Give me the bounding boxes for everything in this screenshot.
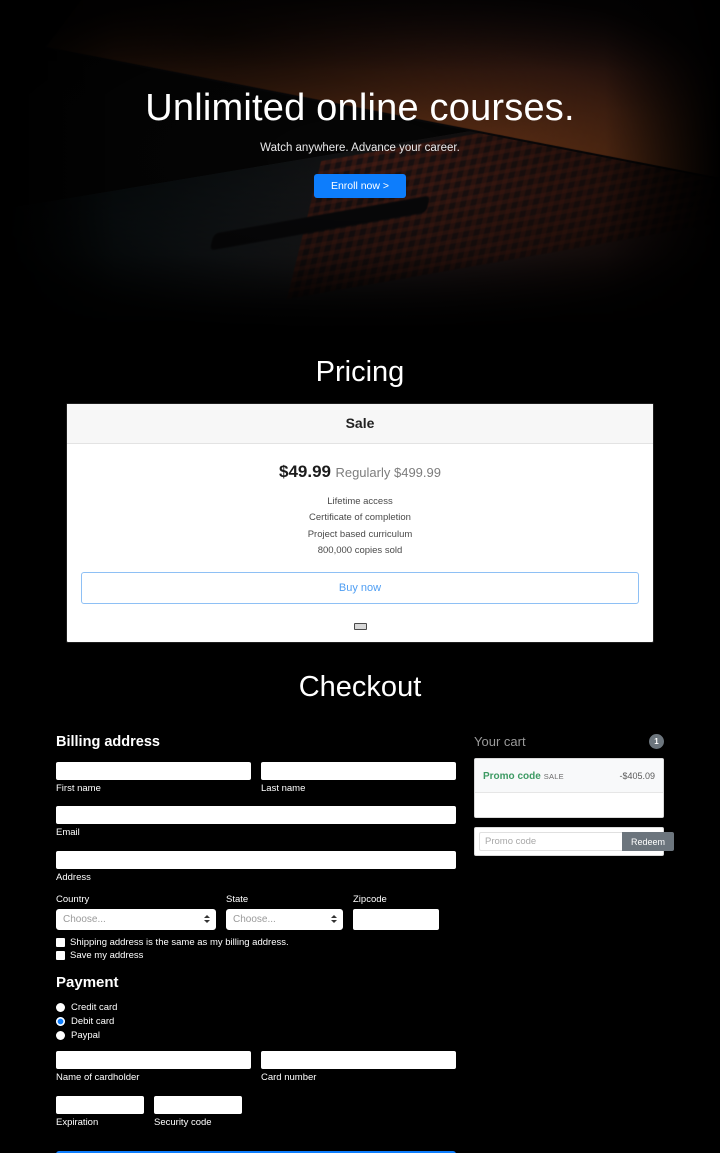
payment-fields: Name of cardholder Card number Expiratio…	[56, 1050, 456, 1153]
save-address-label: Save my address	[70, 949, 144, 961]
zipcode-input[interactable]	[353, 908, 439, 930]
first-name-label: First name	[56, 782, 101, 794]
address-label: Address	[56, 871, 91, 883]
checkout-form-column: Billing address First name Last name Ema…	[56, 734, 456, 1153]
feature-item: Project based curriculum	[307, 528, 413, 540]
country-select[interactable]: Choose...	[56, 908, 216, 930]
save-address-checkbox-row[interactable]: Save my address	[56, 950, 456, 961]
email-field-group: Email	[56, 805, 456, 839]
hero-title: Unlimited online courses.	[145, 87, 575, 129]
payment-title: Payment	[56, 973, 119, 991]
zipcode-field-group: Zipcode	[353, 894, 439, 930]
feature-item: 800,000 copies sold	[317, 544, 403, 556]
cart-header: Your cart 1	[474, 734, 664, 750]
country-field-group: Country Choose...	[56, 894, 216, 930]
cart-count-badge: 1	[649, 734, 664, 750]
pricing-heading: Pricing	[315, 356, 405, 388]
redeem-button[interactable]: Redeem	[622, 832, 675, 852]
shipping-same-label: Shipping address is the same as my billi…	[70, 936, 289, 948]
expiration-label: Expiration	[56, 1116, 99, 1128]
payment-method-debit-card[interactable]: Debit card	[56, 1016, 456, 1027]
security-code-field-group: Security code	[154, 1094, 242, 1128]
pricing-card-body: $49.99 Regularly $499.99 Lifetime access…	[67, 444, 653, 612]
zipcode-label: Zipcode	[353, 893, 387, 905]
enroll-now-button[interactable]: Enroll now >	[313, 173, 407, 198]
page-root: Unlimited online courses. Watch anywhere…	[0, 0, 720, 1153]
hero-section: Unlimited online courses. Watch anywhere…	[0, 0, 720, 326]
cart-title: Your cart	[474, 734, 526, 750]
cardholder-name-input[interactable]	[56, 1051, 251, 1070]
checkout-grid: Billing address First name Last name Ema…	[0, 710, 720, 1153]
save-address-checkbox[interactable]	[56, 950, 65, 960]
feature-item: Certificate of completion	[309, 512, 411, 524]
cart-items-list: Promo code SALE -$405.09	[474, 758, 664, 819]
payment-method-paypal[interactable]: Paypal	[56, 1030, 456, 1041]
card-number-field-group: Card number	[261, 1050, 456, 1084]
hero-content: Unlimited online courses. Watch anywhere…	[0, 87, 720, 198]
paypal-radio[interactable]	[56, 1030, 65, 1040]
email-input[interactable]	[56, 806, 456, 825]
card-number-label: Card number	[261, 1072, 317, 1084]
cart-column: Your cart 1 Promo codeSALE -$405.09 Rede…	[474, 734, 675, 1153]
paypal-label: Paypal	[71, 1029, 101, 1041]
promo-code-input[interactable]	[479, 832, 622, 852]
cart-item-row: Promo code SALE -$405.09	[475, 759, 663, 794]
cart-item-name: Promo code	[483, 771, 541, 783]
feature-item: Lifetime access	[327, 496, 393, 507]
pricing-section: Pricing Sale $49.99 Regularly $499.99 Li…	[0, 326, 720, 644]
payment-method-credit-card[interactable]: Credit card	[56, 1002, 456, 1013]
expiry-row: Expiration Security code	[56, 1094, 456, 1139]
last-name-label: Last name	[261, 782, 306, 794]
cardholder-field-group: Name of cardholder	[56, 1050, 251, 1084]
checkout-heading: Checkout	[298, 671, 422, 704]
country-label: Country	[56, 893, 90, 905]
first-name-input[interactable]	[56, 761, 251, 780]
price-line: $49.99 Regularly $499.99	[81, 462, 639, 482]
shipping-same-checkbox-row[interactable]: Shipping address is the same as my billi…	[56, 937, 456, 948]
last-name-input[interactable]	[261, 761, 456, 780]
hero-subtitle: Watch anywhere. Advance your career.	[260, 141, 460, 154]
first-name-field-group: First name	[56, 760, 251, 794]
card-row: Name of cardholder Card number	[56, 1050, 456, 1095]
security-code-input[interactable]	[154, 1095, 242, 1114]
security-code-label: Security code	[154, 1116, 212, 1128]
cart-item-amount: -$405.09	[619, 771, 655, 782]
location-row: Country Choose... State Choose... Zipcod…	[56, 894, 456, 930]
state-field-group: State Choose...	[226, 894, 343, 930]
debit-card-radio[interactable]	[56, 1016, 65, 1026]
sale-price: $49.99	[279, 462, 331, 481]
resize-handle-icon[interactable]	[353, 623, 367, 631]
cart-item-tag: SALE	[543, 772, 564, 782]
billing-address-title: Billing address	[56, 734, 160, 751]
pricing-card: Sale $49.99 Regularly $499.99 Lifetime a…	[66, 403, 654, 644]
cardholder-name-label: Name of cardholder	[56, 1072, 140, 1084]
buy-now-button[interactable]: Buy now	[81, 572, 639, 605]
pricing-card-header: Sale	[67, 404, 653, 444]
email-label: Email	[56, 827, 80, 839]
state-label: State	[226, 893, 249, 905]
promo-code-box: Redeem	[474, 827, 675, 857]
card-handle-row	[67, 612, 653, 642]
regular-price: Regularly $499.99	[335, 465, 441, 480]
cart-empty-row	[475, 793, 663, 818]
expiration-field-group: Expiration	[56, 1094, 144, 1128]
address-input[interactable]	[56, 850, 456, 869]
state-select[interactable]: Choose...	[226, 908, 343, 930]
cart-item-name-wrap: Promo code SALE	[483, 766, 564, 784]
checkout-section: Checkout Billing address First name Last…	[0, 643, 720, 1153]
credit-card-radio[interactable]	[56, 1002, 65, 1012]
last-name-field-group: Last name	[261, 760, 456, 794]
address-field-group: Address	[56, 849, 456, 883]
shipping-same-checkbox[interactable]	[56, 937, 65, 947]
debit-card-label: Debit card	[71, 1015, 115, 1027]
name-row: First name Last name	[56, 760, 456, 805]
credit-card-label: Credit card	[71, 1001, 118, 1013]
card-number-input[interactable]	[261, 1051, 456, 1070]
expiration-input[interactable]	[56, 1095, 144, 1114]
